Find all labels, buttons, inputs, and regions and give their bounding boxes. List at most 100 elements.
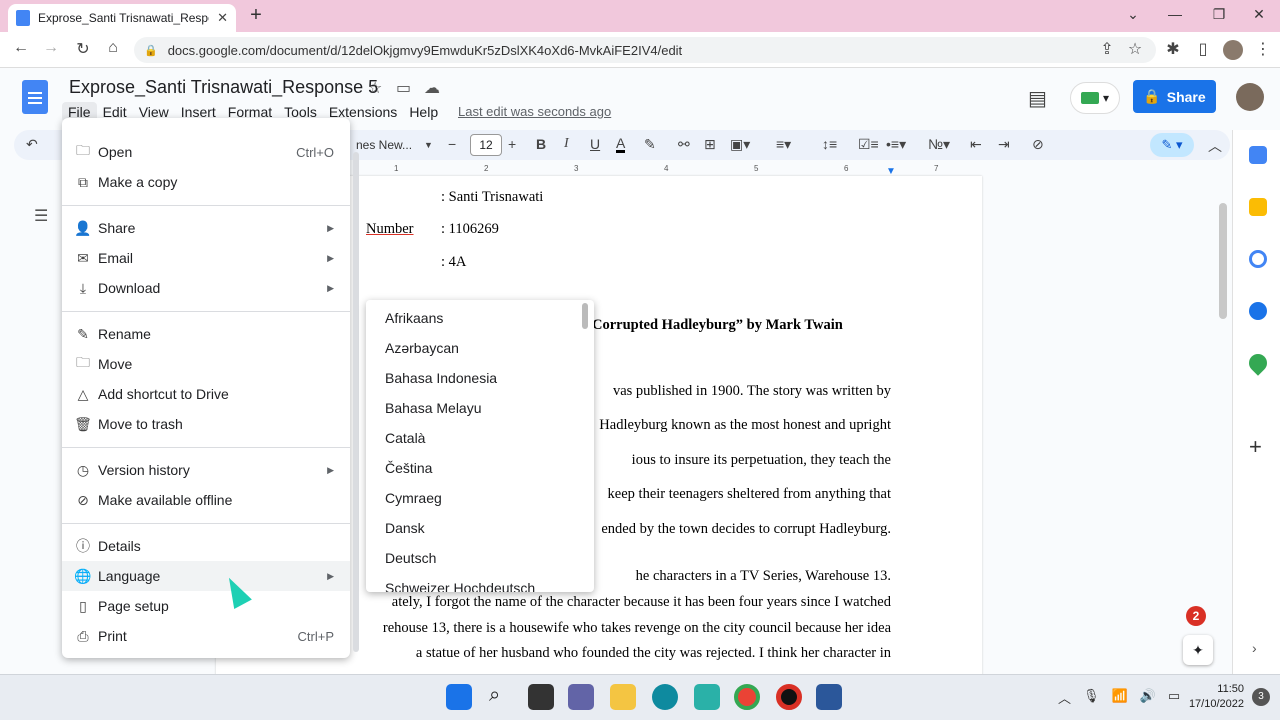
task-view-icon[interactable]	[528, 684, 554, 710]
file-menu-move-to-trash[interactable]: 🗑 Move to trash	[62, 409, 350, 439]
back-arrow-icon[interactable]: ←	[10, 39, 32, 57]
line-spacing-icon[interactable]: ↕≡	[822, 136, 837, 152]
star-icon[interactable]: ☆	[368, 78, 382, 98]
language-option[interactable]: Azərbaycan	[385, 340, 459, 356]
file-menu-share[interactable]: 👤 Share ▶	[62, 213, 350, 243]
language-option[interactable]: Català	[385, 430, 425, 446]
file-explorer-icon[interactable]	[610, 684, 636, 710]
keep-icon[interactable]	[1249, 198, 1267, 216]
teams-chat-icon[interactable]	[568, 684, 594, 710]
calendar-icon[interactable]	[1249, 146, 1267, 164]
new-tab-button[interactable]: +	[244, 4, 268, 27]
italic-icon[interactable]: I	[564, 136, 569, 152]
file-menu-download[interactable]: ⤓ Download ▶	[62, 273, 350, 303]
bold-icon[interactable]: B	[536, 136, 546, 152]
align-icon[interactable]: ≡▾	[776, 136, 791, 153]
taskbar-clock[interactable]: 11:50 17/10/2022	[1184, 682, 1244, 712]
docs-logo-icon[interactable]	[22, 80, 48, 114]
file-menu-language[interactable]: 🌐 Language ▶	[62, 561, 350, 591]
decrease-font-size-button[interactable]: −	[448, 136, 456, 152]
language-option[interactable]: Čeština	[385, 460, 432, 476]
increase-font-size-button[interactable]: +	[508, 136, 516, 152]
add-addon-icon[interactable]: +	[1249, 434, 1262, 460]
hide-menus-icon[interactable]: ︿	[1208, 136, 1222, 156]
undo-icon[interactable]: ↶	[26, 136, 38, 153]
menu-help[interactable]: Help	[403, 102, 444, 122]
chrome-icon[interactable]	[734, 684, 760, 710]
highlight-icon[interactable]: ✎	[644, 136, 656, 153]
notification-count-badge[interactable]: 3	[1252, 688, 1270, 706]
language-option[interactable]: Bahasa Melayu	[385, 400, 482, 416]
tray-overflow-icon[interactable]: ︿	[1058, 688, 1071, 707]
decrease-indent-icon[interactable]: ⇤	[970, 136, 982, 153]
language-option[interactable]: Schweizer Hochdeutsch	[385, 580, 535, 592]
add-comment-icon[interactable]: ⊞	[704, 136, 716, 153]
file-menu-make-offline[interactable]: ⊘ Make available offline	[62, 485, 350, 515]
file-menu-details[interactable]: ⓘ Details	[62, 531, 350, 561]
battery-icon[interactable]: ▭	[1168, 688, 1180, 707]
insert-image-icon[interactable]: ▣▾	[730, 136, 750, 153]
edge-icon[interactable]	[652, 684, 678, 710]
vertical-ruler[interactable]	[2, 176, 14, 666]
share-button[interactable]: 🔒 Share	[1133, 80, 1216, 113]
file-menu-open[interactable]: 🗀 Open Ctrl+O	[62, 137, 350, 167]
expand-panel-icon[interactable]: ›	[1252, 640, 1257, 656]
editing-mode-button[interactable]: ✎ ▾	[1150, 133, 1194, 157]
last-edit-link[interactable]: Last edit was seconds ago	[458, 104, 611, 119]
close-window-icon[interactable]: ✕	[1244, 6, 1274, 23]
language-option[interactable]: Dansk	[385, 520, 425, 536]
clear-formatting-icon[interactable]: ⊘	[1032, 136, 1044, 153]
move-folder-icon[interactable]: ▭	[396, 78, 411, 98]
volume-icon[interactable]: 🔊	[1140, 688, 1156, 707]
checklist-icon[interactable]: ☑≡	[858, 136, 879, 153]
font-name-dropdown[interactable]: nes New...	[356, 138, 412, 152]
home-icon[interactable]: ⌂	[102, 39, 124, 57]
document-outline-icon[interactable]: ☰	[34, 206, 48, 226]
profile-avatar[interactable]	[1223, 40, 1243, 60]
file-menu-page-setup[interactable]: ▯ Page setup	[62, 591, 350, 621]
screen-recorder-icon[interactable]	[776, 684, 802, 710]
file-menu-email[interactable]: ✉ Email ▶	[62, 243, 350, 273]
address-bar[interactable]: 🔒 docs.google.com/document/d/12delOkjgmv…	[134, 37, 1156, 63]
chrome-menu-icon[interactable]: ⋮	[1252, 39, 1274, 59]
bulleted-list-icon[interactable]: •≡▾	[886, 136, 906, 153]
file-menu-scrollbar[interactable]	[353, 152, 359, 652]
file-menu-add-shortcut[interactable]: △ Add shortcut to Drive	[62, 379, 350, 409]
tasks-icon[interactable]	[1249, 250, 1267, 268]
increase-indent-icon[interactable]: ⇥	[998, 136, 1010, 153]
language-submenu-scrollbar[interactable]	[582, 303, 588, 329]
account-avatar[interactable]	[1236, 83, 1264, 111]
file-menu-rename[interactable]: ✎ Rename	[62, 319, 350, 349]
text-color-icon[interactable]: A	[616, 136, 626, 153]
reload-icon[interactable]: ↻	[72, 39, 94, 59]
share-page-icon[interactable]: ⇪	[1096, 39, 1118, 59]
language-option[interactable]: Bahasa Indonesia	[385, 370, 497, 386]
microphone-icon[interactable]: 🎙	[1083, 688, 1100, 707]
minimize-icon[interactable]: —	[1160, 6, 1190, 22]
document-title[interactable]: Exprose_Santi Trisnawati_Response 5	[69, 77, 378, 98]
maximize-icon[interactable]: ❐	[1204, 6, 1234, 23]
word-icon[interactable]	[816, 684, 842, 710]
explore-button[interactable]: ✦	[1183, 635, 1213, 665]
file-menu-make-copy[interactable]: ⧉ Make a copy	[62, 167, 350, 197]
font-dropdown-arrow-icon[interactable]: ▼	[424, 140, 433, 150]
side-panel-icon[interactable]: ▯	[1192, 39, 1214, 59]
link-icon[interactable]: ⚯	[678, 136, 690, 153]
font-size-input[interactable]: 12	[470, 134, 502, 156]
forward-arrow-icon[interactable]: →	[40, 39, 62, 57]
bookmark-star-icon[interactable]: ☆	[1124, 39, 1146, 59]
language-option[interactable]: Cymraeg	[385, 490, 442, 506]
underline-icon[interactable]: U	[590, 136, 600, 152]
tab-search-icon[interactable]: ⌄	[1118, 6, 1148, 23]
file-menu-print[interactable]: ⎙ Print Ctrl+P	[62, 621, 350, 651]
language-option[interactable]: Afrikaans	[385, 310, 443, 326]
comment-history-icon[interactable]: ▤	[1028, 86, 1047, 111]
numbered-list-icon[interactable]: №▾	[928, 136, 950, 153]
wifi-icon[interactable]: 📶	[1112, 688, 1128, 707]
contacts-icon[interactable]	[1249, 302, 1267, 320]
windows-start-icon[interactable]	[446, 684, 472, 710]
extensions-puzzle-icon[interactable]: ✱	[1162, 39, 1184, 59]
file-menu-move[interactable]: 🗀 Move	[62, 349, 350, 379]
browser-tab[interactable]: Exprose_Santi Trisnawati_Respon ✕	[8, 4, 236, 32]
notification-badge[interactable]: 2	[1186, 606, 1206, 626]
